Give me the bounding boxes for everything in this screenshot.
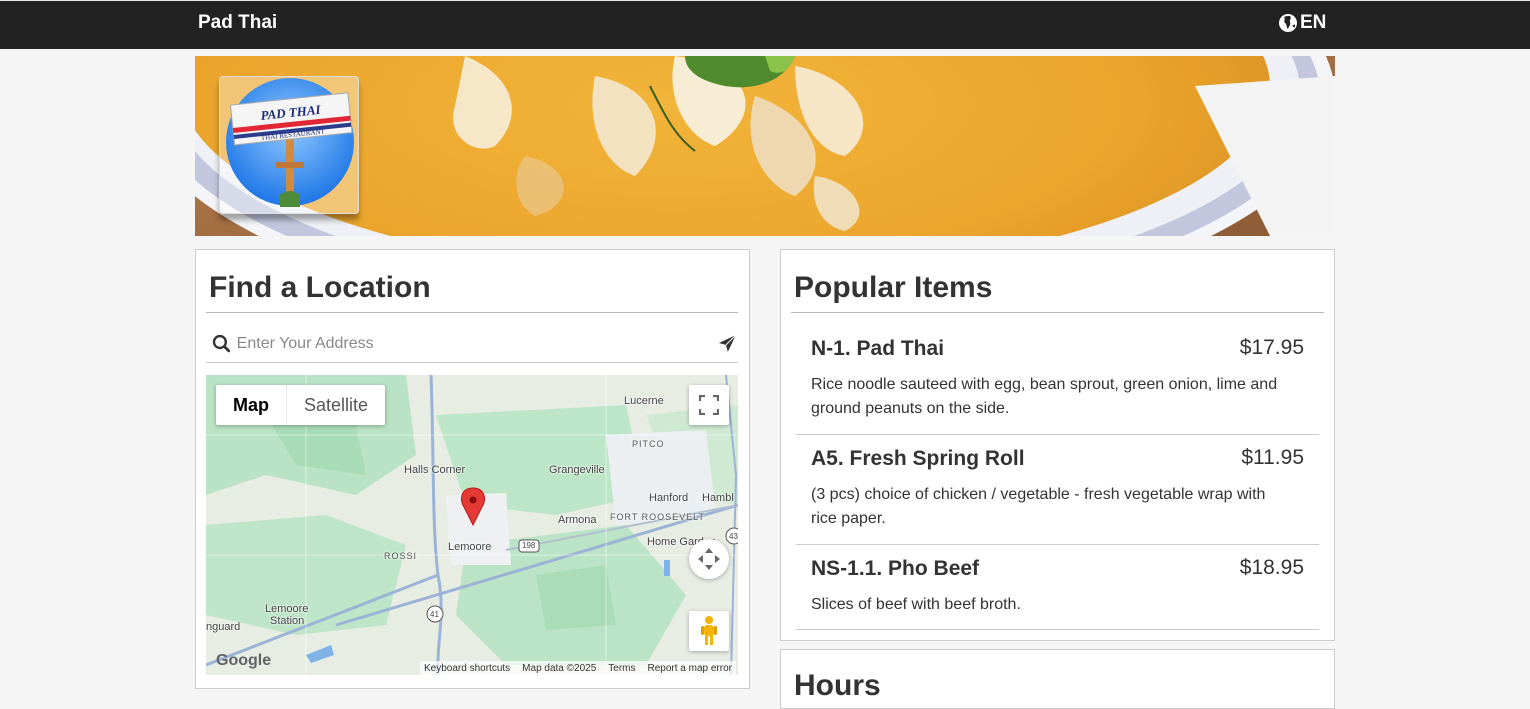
- item-description: Slices of beef with beef broth.: [811, 596, 1021, 613]
- item-description: Rice noodle sauteed with egg, bean sprou…: [811, 376, 1278, 417]
- globe-icon: [1279, 14, 1297, 32]
- fullscreen-icon: [699, 395, 719, 415]
- map-data-label: Map data ©2025: [522, 662, 597, 674]
- restaurant-logo: PAD THAI THAI RESTAURANT: [219, 76, 359, 214]
- map-attribution: Keyboard shortcuts Map data ©2025 Terms …: [420, 661, 736, 675]
- map-label: PITCO: [632, 439, 665, 449]
- highway-shield: 43: [729, 532, 738, 541]
- menu-item[interactable]: N-1. Pad Thai $17.95 Rice noodle sauteed…: [796, 325, 1319, 435]
- highway-shield: 198: [522, 541, 536, 550]
- curry-photo: [195, 56, 1335, 236]
- paper-plane-icon[interactable]: [718, 334, 738, 354]
- search-icon: [212, 334, 231, 353]
- popular-items-title: Popular Items: [794, 271, 993, 304]
- map-label: FORT ROOSEVELT: [610, 512, 706, 522]
- map-label: nguard: [206, 621, 241, 633]
- map-type-toggle: Map Satellite: [216, 385, 386, 425]
- map-label: Station: [270, 615, 305, 627]
- item-price: $18.95: [1239, 556, 1304, 579]
- menu-item[interactable]: A5. Fresh Spring Roll $11.95 (3 pcs) cho…: [796, 435, 1319, 545]
- map-label: Hambl: [702, 492, 734, 504]
- language-selector[interactable]: EN: [1278, 12, 1326, 34]
- map-label: Lemoore: [448, 541, 492, 553]
- map-label: ROSSI: [384, 551, 418, 561]
- item-description: (3 pcs) choice of chicken / vegetable - …: [811, 486, 1266, 527]
- satellite-view-button[interactable]: Satellite: [287, 385, 385, 425]
- top-navbar: Pad Thai EN: [0, 0, 1530, 49]
- camera-control-button[interactable]: [689, 539, 729, 579]
- map-label: Halls Corner: [404, 464, 466, 476]
- map-label: Hanford: [649, 492, 689, 504]
- menu-item[interactable]: NS-1.1. Pho Beef $18.95 Slices of beef w…: [796, 545, 1319, 630]
- fullscreen-button[interactable]: [689, 385, 729, 425]
- map-view-button[interactable]: Map: [216, 385, 287, 425]
- hero-banner: [195, 56, 1335, 236]
- item-price: $11.95: [1241, 446, 1304, 469]
- hours-title: Hours: [794, 669, 881, 702]
- highway-shield: 41: [430, 610, 439, 619]
- map-label: Lemoore: [265, 603, 309, 615]
- item-name: A5. Fresh Spring Roll: [811, 447, 1025, 470]
- keyboard-shortcuts-link[interactable]: Keyboard shortcuts: [424, 663, 510, 674]
- item-name: N-1. Pad Thai: [811, 337, 945, 360]
- brand-name[interactable]: Pad Thai: [198, 12, 277, 34]
- map-label: Grangeville: [549, 464, 605, 476]
- google-logo: Google: [216, 652, 272, 669]
- item-name: NS-1.1. Pho Beef: [811, 557, 980, 580]
- terms-link[interactable]: Terms: [608, 663, 635, 674]
- address-search: [206, 326, 738, 363]
- divider: [206, 312, 738, 313]
- language-label: EN: [1300, 12, 1327, 33]
- find-location-title: Find a Location: [209, 271, 431, 304]
- map-label: Armona: [558, 514, 597, 526]
- pegman-icon: [701, 616, 717, 645]
- street-view-button[interactable]: [689, 611, 729, 651]
- address-input[interactable]: [236, 335, 711, 353]
- move-arrows-icon: [698, 548, 720, 570]
- map-label: Lucerne: [624, 395, 664, 407]
- item-price: $17.95: [1239, 336, 1304, 359]
- report-error-link[interactable]: Report a map error: [648, 663, 732, 674]
- divider: [791, 312, 1324, 313]
